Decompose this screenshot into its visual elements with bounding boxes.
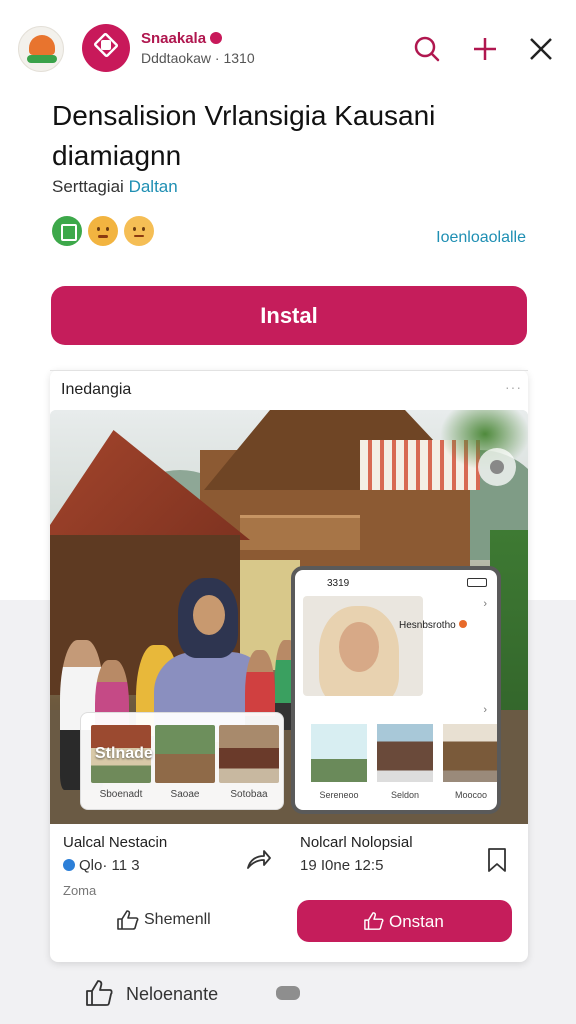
right-item-title[interactable]: Nolcarl Nolopsial xyxy=(300,834,413,851)
camera-icon[interactable] xyxy=(478,448,516,486)
gallery-label: Saoae xyxy=(170,789,200,800)
phone-thumb-label: Sereneoo xyxy=(319,790,359,800)
brand-subtitle: Dddtaokaw · 1310 xyxy=(141,50,255,66)
subtitle-prefix: Serttagiai xyxy=(52,177,124,196)
gallery-strip[interactable]: Stlnade Sboenadt Saoae Sotobaa xyxy=(80,712,284,810)
stamp-icon xyxy=(52,216,82,246)
phone-status-time: 3319 xyxy=(327,578,350,589)
onstan-button[interactable]: Onstan xyxy=(297,900,512,942)
app-logo-icon[interactable] xyxy=(18,26,64,72)
left-item-zone: Zoma xyxy=(63,883,97,898)
brand-name-row[interactable]: Snaakala xyxy=(141,30,223,47)
phone-profile-photo xyxy=(303,596,423,696)
share-button-label: Shemenll xyxy=(144,911,211,928)
village-photo[interactable]: Stlnade Sboenadt Saoae Sotobaa 3319 Hesn… xyxy=(50,410,528,824)
plus-icon[interactable] xyxy=(470,34,500,64)
phone-profile-name: Hesnbsrotho xyxy=(399,620,456,631)
brand-avatar[interactable] xyxy=(82,24,130,72)
left-item-title[interactable]: Ualcal Nestacin xyxy=(63,834,167,851)
thumbs-up-icon xyxy=(86,980,113,1006)
status-dot-icon xyxy=(458,620,467,628)
install-button[interactable]: Instal xyxy=(51,286,527,345)
gallery-label: Sotobaa xyxy=(230,789,268,800)
share-icon[interactable] xyxy=(244,846,272,874)
gallery-label: Sboenadt xyxy=(99,789,143,800)
phone-preview[interactable]: 3319 Hesnbsrotho › › Sereneoo Seldon Moo… xyxy=(291,566,501,814)
verified-icon xyxy=(210,32,223,44)
card-header-label: Inedangia xyxy=(61,381,132,398)
listing-title: Densalision Vrlansigia Kausani diamiagnn xyxy=(52,100,436,171)
gallery-overlay-text: Stlnade xyxy=(95,745,153,762)
location-icon xyxy=(63,859,75,871)
phone-thumb[interactable] xyxy=(443,724,497,782)
side-link[interactable]: Ioenloaolalle xyxy=(436,229,526,247)
phone-thumb[interactable] xyxy=(311,724,367,782)
smile-emoji-icon xyxy=(88,216,118,246)
brand-name: Snaakala xyxy=(141,30,207,47)
media-card: Inedangia ··· Stlnade Sboenadt Saoae Sot… xyxy=(50,370,528,962)
gallery-thumb[interactable] xyxy=(155,725,215,783)
search-icon[interactable] xyxy=(412,34,442,64)
left-item-meta: Qlo· 11 3 xyxy=(79,857,140,874)
left-item-meta-row: Qlo· 11 3 xyxy=(63,857,140,874)
listing-subtitle: Serttagiai Daltan xyxy=(52,177,178,197)
thumbs-up-icon xyxy=(364,912,384,930)
share-button[interactable]: Shemenll xyxy=(114,903,224,937)
right-item-meta: 19 I0ne 12:5 xyxy=(300,857,384,874)
phone-profile-name-row: Hesnbsrotho xyxy=(399,620,467,631)
subtitle-link[interactable]: Daltan xyxy=(129,177,178,196)
chevron-right-icon[interactable]: › xyxy=(483,704,487,716)
phone-thumb[interactable] xyxy=(377,724,433,782)
phone-thumb-label: Moocoo xyxy=(454,790,488,800)
footer-pill-icon[interactable] xyxy=(276,986,300,1000)
battery-icon xyxy=(467,578,487,587)
thumbs-up-icon xyxy=(117,910,139,930)
bookmark-icon[interactable] xyxy=(484,846,510,874)
more-icon[interactable]: ··· xyxy=(505,379,522,395)
phone-thumb-label: Seldon xyxy=(390,790,420,800)
card-header: Inedangia ··· xyxy=(50,370,528,410)
close-icon[interactable] xyxy=(526,34,556,64)
neutral-emoji-icon xyxy=(124,216,154,246)
footer-like-label: Neloenante xyxy=(126,984,219,1004)
onstan-button-label: Onstan xyxy=(389,912,444,931)
top-bar: Snaakala Dddtaokaw · 1310 xyxy=(0,0,576,100)
gallery-thumb[interactable] xyxy=(219,725,279,783)
footer-like-button[interactable]: Neloenante xyxy=(84,978,284,1010)
chevron-right-icon[interactable]: › xyxy=(483,598,487,610)
